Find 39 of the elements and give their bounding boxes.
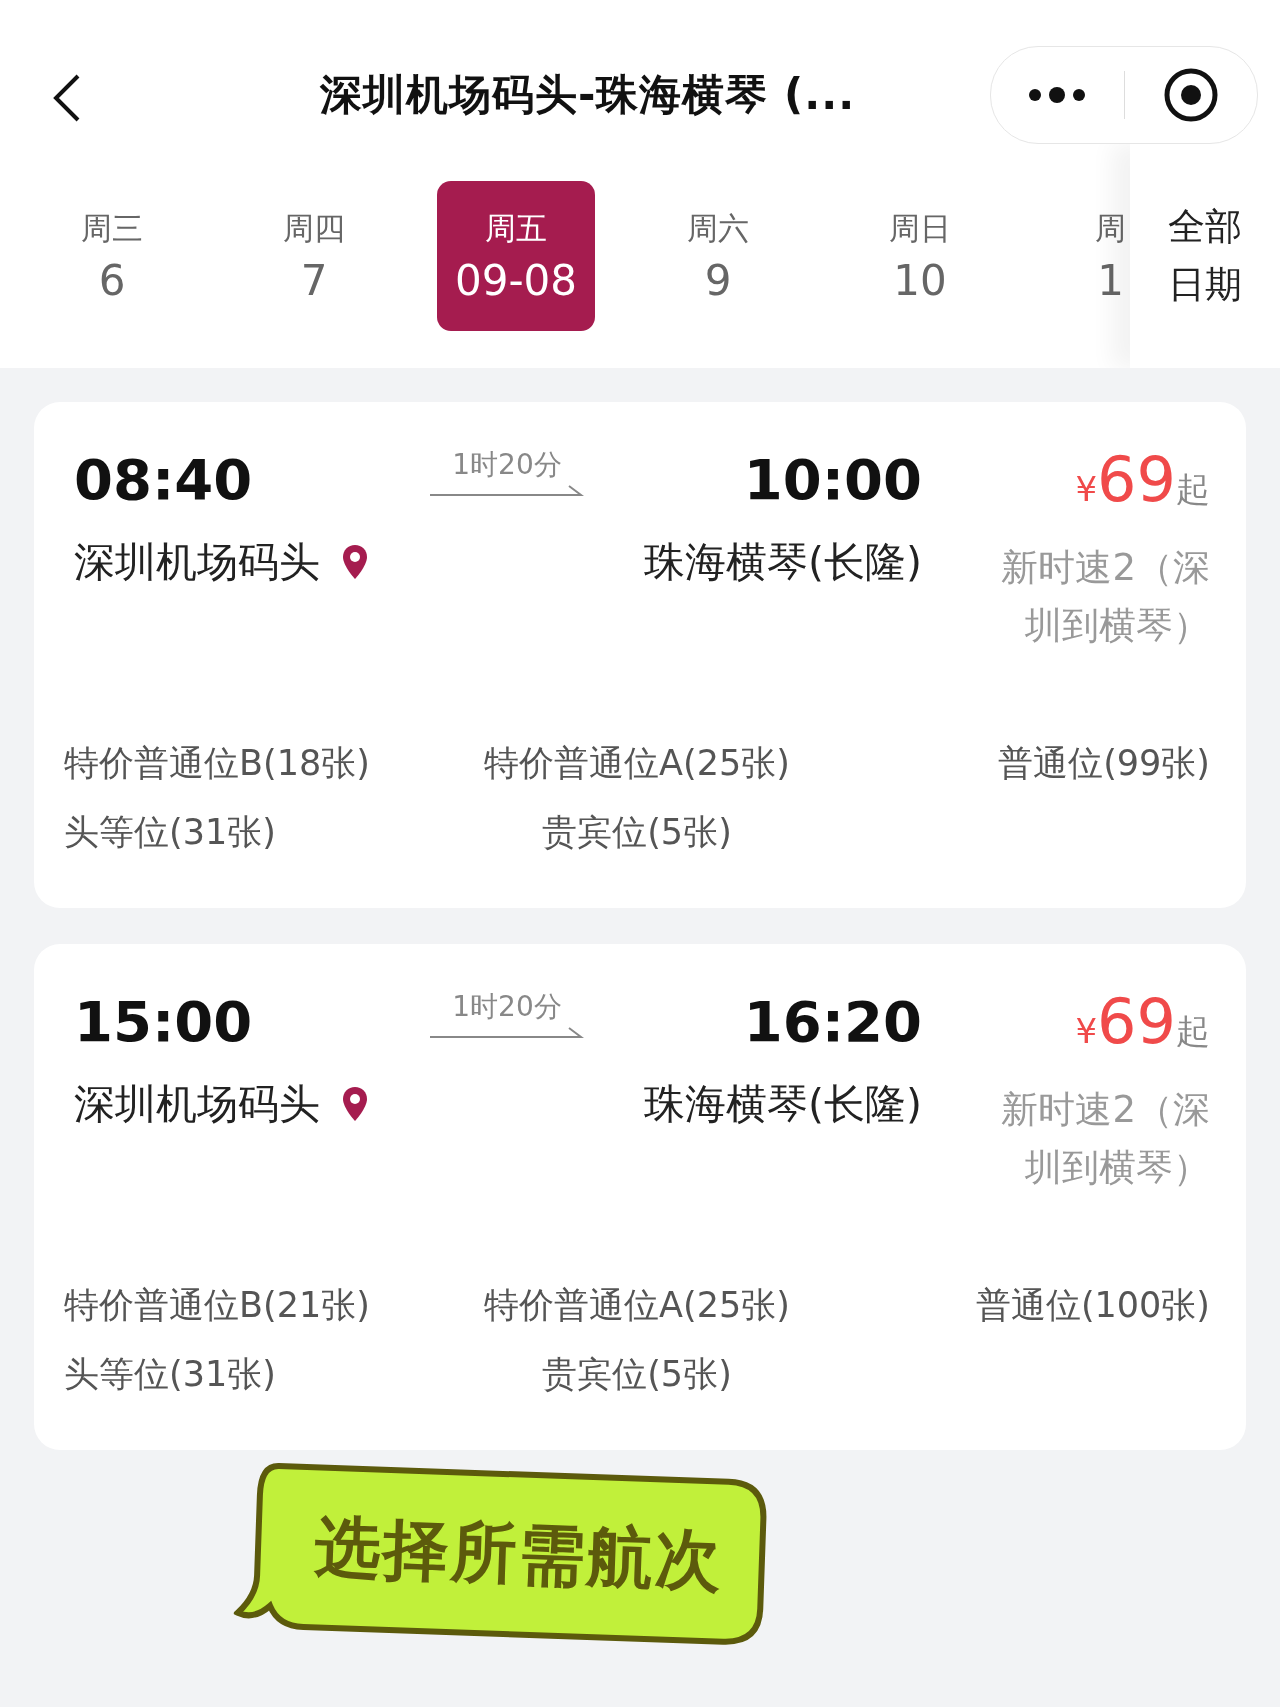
date-tab[interactable]: 周日 10	[841, 181, 999, 331]
vessel-name: 新时速2（深圳到横琴）	[1000, 545, 1210, 649]
seat-class: 普通位(100张)	[975, 1284, 1210, 1327]
trip-card[interactable]: 08:40 深圳机场码头 1时20分 10:00 珠海横琴(长隆) ¥69起 新时速2（深圳到横琴） 特价普通位B(18张) 特价普通位A(25张) 普通位(99张) 头等位(31张) 贵宾位(5张)	[34, 402, 1246, 908]
location-pin-icon[interactable]	[342, 1086, 368, 1122]
seat-class: 头等位(31张)	[64, 1353, 276, 1396]
departure-station: 深圳机场码头	[74, 537, 320, 588]
date-tab[interactable]: 周四 7	[235, 181, 393, 331]
all-dates-button[interactable]: 全部日期	[1130, 144, 1280, 368]
date-tab[interactable]: 周三 6	[33, 181, 191, 331]
seat-class: 特价普通位B(21张)	[64, 1284, 370, 1327]
page-title: 深圳机场码头-珠海横琴 (...	[320, 69, 856, 121]
seat-class: 特价普通位B(18张)	[64, 742, 370, 785]
duration: 1时20分	[452, 447, 562, 483]
departure-time: 08:40	[74, 446, 254, 514]
vessel-name: 新时速2（深圳到横琴）	[1000, 1087, 1210, 1191]
seat-class: 头等位(31张)	[64, 811, 276, 854]
seat-class: 特价普通位A(25张)	[484, 1284, 790, 1327]
seat-class: 特价普通位A(25张)	[484, 742, 790, 785]
date-tab[interactable]: 周五 09-08	[437, 181, 595, 331]
seat-class: 普通位(99张)	[998, 742, 1210, 785]
trip-card[interactable]: 15:00 深圳机场码头 1时20分 16:20 珠海横琴(长隆) ¥69起 新时速2（深圳到横琴） 特价普通位B(21张) 特价普通位A(25张) 普通位(100张) 头等位(31张) 贵宾位(5张)	[34, 944, 1246, 1450]
price: ¥69起	[1075, 442, 1210, 518]
arrival-time: 16:20	[743, 988, 922, 1056]
arrival-station: 珠海横琴(长隆)	[644, 537, 922, 588]
callout-text: 选择所需航次	[313, 1507, 725, 1602]
departure-time: 15:00	[74, 988, 254, 1056]
arrival-station: 珠海横琴(长隆)	[644, 1079, 922, 1130]
arrival-time: 10:00	[743, 446, 922, 514]
departure-station: 深圳机场码头	[74, 1079, 320, 1130]
close-icon[interactable]	[1162, 67, 1219, 123]
duration: 1时20分	[452, 989, 562, 1025]
price: ¥69起	[1075, 984, 1210, 1060]
more-icon[interactable]	[1027, 87, 1088, 103]
seat-class: 贵宾位(5张)	[542, 811, 732, 854]
date-tab[interactable]: 周 1	[1095, 181, 1126, 331]
date-tab[interactable]: 周六 9	[639, 181, 797, 331]
location-pin-icon[interactable]	[342, 544, 368, 580]
seat-class: 贵宾位(5张)	[542, 1353, 732, 1396]
